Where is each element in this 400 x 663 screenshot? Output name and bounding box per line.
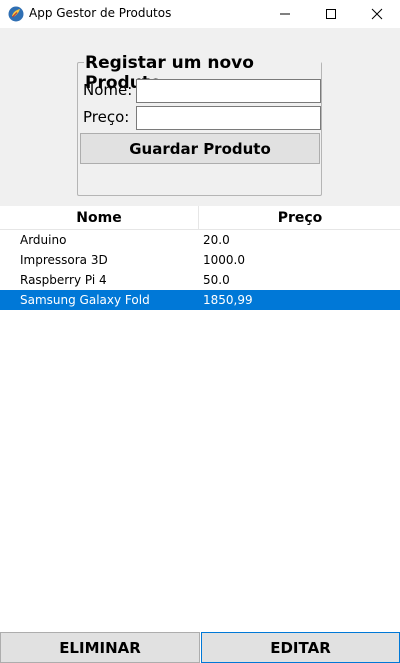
minimize-icon [280,13,290,15]
edit-button[interactable]: EDITAR [201,632,400,663]
table-row-selected[interactable]: Samsung Galaxy Fold 1850,99 [0,290,400,310]
close-button[interactable] [354,0,400,28]
window-title: App Gestor de Produtos [29,6,172,20]
app-feather-icon [8,6,24,22]
cell-nome: Arduino [20,233,67,247]
close-icon [371,8,383,20]
cell-preco: 50.0 [203,273,230,287]
preco-label: Preço: [83,108,130,126]
cell-nome: Raspberry Pi 4 [20,273,107,287]
table-row[interactable]: Impressora 3D 1000.0 [0,250,400,270]
table-header: Nome Preço [0,206,400,230]
column-header-preco[interactable]: Preço [200,206,400,230]
maximize-button[interactable] [308,0,354,28]
cell-preco: 1850,99 [203,293,253,307]
cell-preco: 20.0 [203,233,230,247]
table-row[interactable]: Arduino 20.0 [0,230,400,250]
cell-nome: Impressora 3D [20,253,108,267]
maximize-icon [326,9,336,19]
cell-preco: 1000.0 [203,253,245,267]
cell-nome: Samsung Galaxy Fold [20,293,150,307]
product-form-area: Registar um novo Produto Nome: Preço: Gu… [0,28,400,206]
delete-button[interactable]: ELIMINAR [0,632,200,663]
products-table: Nome Preço Arduino 20.0 Impressora 3D 10… [0,206,400,630]
title-bar: App Gestor de Produtos [0,0,400,28]
save-product-button[interactable]: Guardar Produto [80,133,320,164]
column-header-nome[interactable]: Nome [0,206,199,230]
minimize-button[interactable] [262,0,308,28]
nome-label: Nome: [83,81,133,99]
preco-input[interactable] [136,106,321,130]
register-product-group: Registar um novo Produto Nome: Preço: Gu… [77,53,322,196]
table-row[interactable]: Raspberry Pi 4 50.0 [0,270,400,290]
nome-input[interactable] [136,79,321,103]
